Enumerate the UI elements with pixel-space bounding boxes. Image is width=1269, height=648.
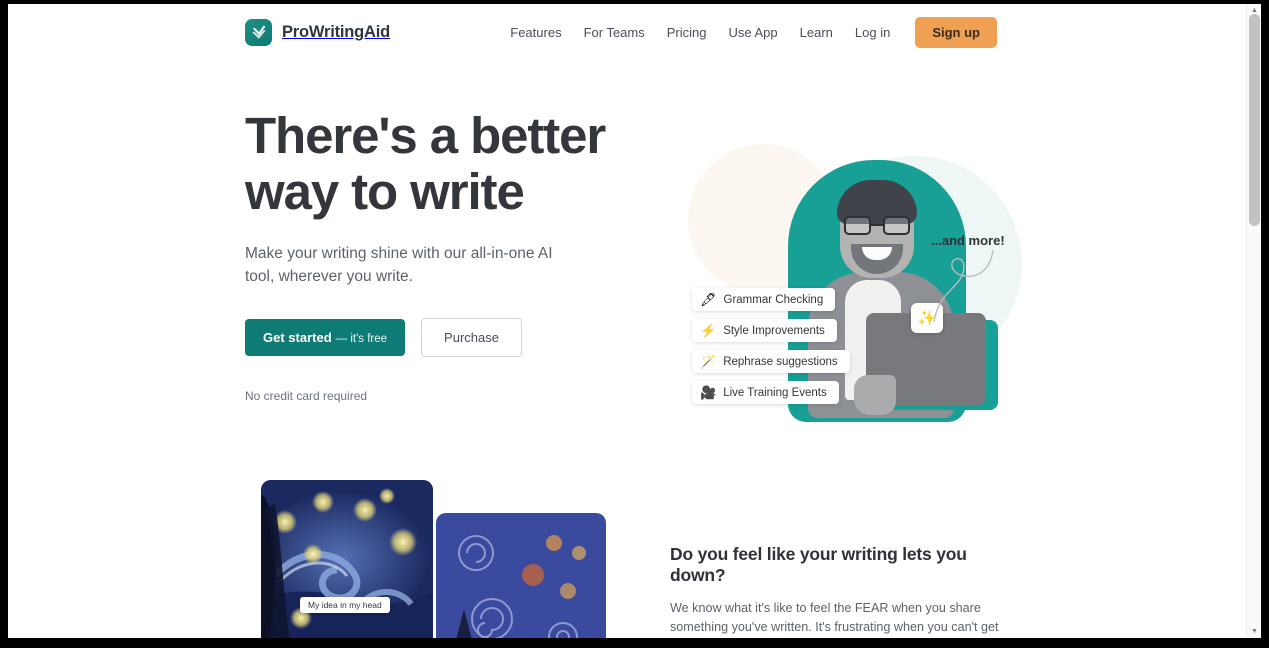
- hero-actions: Get started — it's free Purchase: [245, 318, 635, 357]
- squiggle-line-icon: [933, 249, 994, 323]
- hero-copy: There's a better way to write Make your …: [245, 108, 635, 403]
- starry-night-painting: [261, 480, 433, 638]
- hero-subtitle: Make your writing shine with our all-in-…: [245, 245, 553, 285]
- section-two-body: We know what it's like to feel the FEAR …: [670, 601, 999, 634]
- prowritingaid-logo-icon: [245, 18, 272, 46]
- glasses-lens-left: [844, 216, 871, 235]
- get-started-label: Get started: [263, 330, 332, 345]
- nav-item-log-in[interactable]: Log in: [855, 25, 890, 40]
- glasses-bridge: [871, 224, 883, 227]
- main-navigation: Features For Teams Pricing Use App Learn…: [510, 16, 997, 48]
- nav-item-pricing[interactable]: Pricing: [667, 25, 707, 40]
- site-header: ProWritingAid Features For Teams Pricing…: [8, 4, 1246, 60]
- get-started-button[interactable]: Get started — it's free: [245, 319, 406, 356]
- sketch-panel: [436, 513, 606, 638]
- section-two-title: Do you feel like your writing lets you d…: [670, 544, 967, 585]
- section-two-copy: Do you feel like your writing lets you d…: [670, 544, 1015, 638]
- magic-wand-icon: 🪄: [700, 354, 717, 369]
- get-started-free-note: — it's free: [335, 333, 388, 345]
- glasses-lens-right: [883, 216, 910, 235]
- brand-logo-link[interactable]: ProWritingAid: [245, 18, 391, 46]
- pen-icon: 🖋: [700, 292, 717, 307]
- feature-pill-label: Live Training Events: [723, 386, 827, 399]
- scroll-down-arrow-icon[interactable]: ▼: [1247, 625, 1261, 638]
- no-credit-card-note: No credit card required: [245, 389, 368, 403]
- hero-title-line-1: There's a better: [245, 107, 606, 164]
- scrollbar-thumb[interactable]: [1249, 14, 1260, 226]
- hero-title-line-2: way to write: [245, 163, 525, 220]
- purchase-button[interactable]: Purchase: [421, 318, 522, 357]
- nav-item-learn[interactable]: Learn: [800, 25, 833, 40]
- feature-pill-rephrase-suggestions[interactable]: 🪄 Rephrase suggestions: [692, 350, 850, 373]
- art-caption: My idea in my head: [300, 597, 390, 613]
- and-more-callout: ...and more!: [931, 233, 1005, 248]
- feature-pill-style-improvements[interactable]: ⚡ Style Improvements: [692, 319, 837, 342]
- hero-illustration: ✨ ...and more! 🖋 Grammar Checking ⚡ Styl…: [668, 120, 1028, 450]
- hero-section: There's a better way to write Make your …: [8, 60, 1246, 480]
- vertical-scrollbar[interactable]: ▲ ▼: [1246, 4, 1261, 638]
- lightning-icon: ⚡: [700, 323, 717, 338]
- browser-window-frame: ProWritingAid Features For Teams Pricing…: [0, 0, 1269, 648]
- feature-pill-label: Style Improvements: [723, 324, 825, 337]
- page-viewport: ProWritingAid Features For Teams Pricing…: [8, 4, 1261, 638]
- feature-pill-label: Grammar Checking: [723, 293, 824, 306]
- sign-up-button[interactable]: Sign up: [915, 16, 997, 48]
- feature-pill-label: Rephrase suggestions: [723, 355, 838, 368]
- person-hand: [854, 375, 896, 415]
- nav-item-for-teams[interactable]: For Teams: [584, 25, 645, 40]
- feature-pill-live-training-events[interactable]: 🎥 Live Training Events: [692, 381, 839, 404]
- feature-pill-list: 🖋 Grammar Checking ⚡ Style Improvements …: [692, 288, 850, 404]
- writing-lets-you-down-section: My idea in my head Do you feel like your…: [8, 480, 1246, 638]
- nav-item-use-app[interactable]: Use App: [729, 25, 778, 40]
- glasses-icon: [844, 216, 910, 235]
- feature-pill-grammar-checking[interactable]: 🖋 Grammar Checking: [692, 288, 836, 311]
- nav-item-features[interactable]: Features: [510, 25, 561, 40]
- page-content: ProWritingAid Features For Teams Pricing…: [8, 4, 1246, 638]
- video-camera-icon: 🎥: [700, 385, 717, 400]
- hero-title: There's a better way to write: [245, 108, 635, 220]
- brand-name: ProWritingAid: [282, 22, 391, 41]
